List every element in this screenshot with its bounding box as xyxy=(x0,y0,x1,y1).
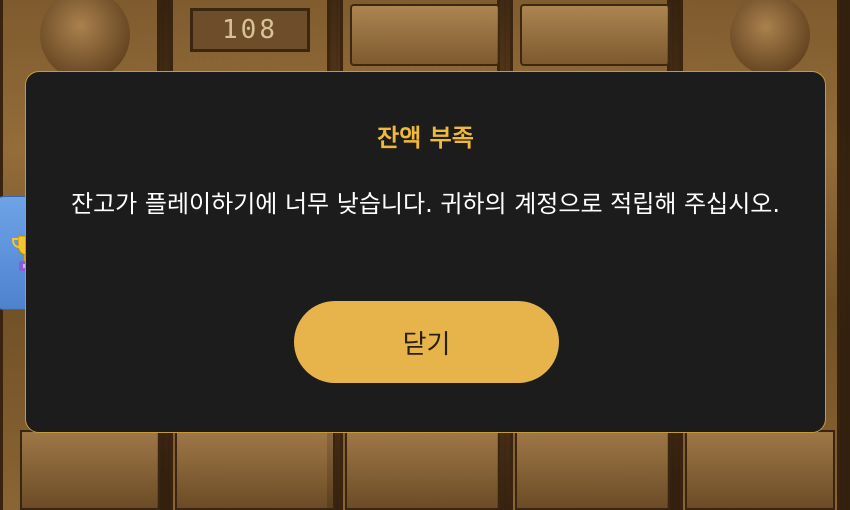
close-button[interactable]: 닫기 xyxy=(294,301,559,383)
symbol-tile xyxy=(345,430,500,510)
dialog-message: 잔고가 플레이하기에 너무 낮습니다. 귀하의 계정으로 적립해 주십시오. xyxy=(71,190,780,218)
symbol-tile xyxy=(20,430,160,510)
insufficient-balance-dialog: 잔액 부족 잔고가 플레이하기에 너무 낮습니다. 귀하의 계정으로 적립해 주… xyxy=(25,71,826,433)
symbol-tile xyxy=(685,430,835,510)
reel-counter: 108 xyxy=(190,8,310,52)
symbol-tile xyxy=(350,4,500,66)
symbol-tile xyxy=(175,430,335,510)
symbol-tile xyxy=(515,430,670,510)
dialog-title: 잔액 부족 xyxy=(377,124,474,152)
symbol-tile xyxy=(520,4,670,66)
